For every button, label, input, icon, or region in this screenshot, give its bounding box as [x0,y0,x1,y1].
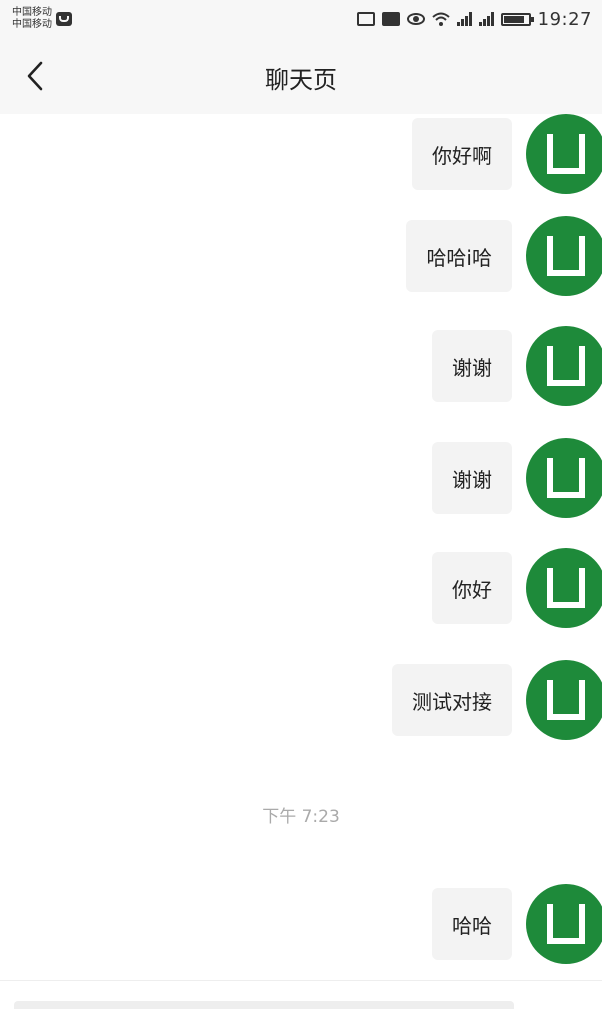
message-bubble[interactable]: 哈哈i哈 [406,220,512,292]
hd-icon [381,12,400,26]
carrier-1-label: 中国移动 [12,7,52,18]
chat-message-list[interactable]: 你好啊 哈哈i哈 谢谢 谢谢 你好 测试对接 下午 7:23 哈哈 [0,114,602,980]
message-text: 你好啊 [432,143,492,168]
chat-message: 你好 [432,548,602,628]
app-notification-icon [56,12,72,26]
message-text: 测试对接 [412,689,492,714]
status-bar: 中国移动 中国移动 19:27 [0,0,602,38]
message-text: 你好 [452,577,492,602]
chat-message: 哈哈 [432,884,602,964]
message-bubble[interactable]: 你好啊 [412,118,512,190]
message-text: 谢谢 [452,467,492,492]
message-bubble[interactable]: 测试对接 [392,664,512,736]
wifi-icon [431,12,450,26]
message-text: 谢谢 [452,355,492,380]
chat-message: 哈哈i哈 [406,216,602,296]
avatar[interactable] [526,216,602,296]
avatar-u-icon [547,568,585,608]
cast-icon [356,12,375,26]
input-bar [0,980,602,1009]
avatar-u-icon [547,680,585,720]
message-bubble[interactable]: 谢谢 [432,442,512,514]
status-icons: 19:27 [356,8,592,30]
message-bubble[interactable]: 你好 [432,552,512,624]
chat-message: 谢谢 [432,326,602,406]
avatar-u-icon [547,134,585,174]
carrier-info: 中国移动 中国移动 [12,7,72,31]
avatar-u-icon [547,236,585,276]
eye-icon [406,13,425,25]
message-bubble[interactable]: 哈哈 [432,888,512,960]
nav-bar: 聊天页 [0,38,602,114]
signal-2g-icon [478,12,494,26]
avatar-u-icon [547,458,585,498]
chat-screen: 中国移动 中国移动 19:27 聊天页 你好啊 哈哈i哈 谢谢 谢谢 你好 测试… [0,0,602,1009]
chat-message: 测试对接 [392,660,602,740]
message-text: 哈哈 [452,913,492,938]
avatar[interactable] [526,438,602,518]
carrier-stack: 中国移动 中国移动 [12,7,52,31]
page-title: 聊天页 [265,66,337,94]
status-time: 19:27 [537,8,592,30]
message-text: 哈哈i哈 [426,245,492,270]
avatar[interactable] [526,660,602,740]
chat-message: 谢谢 [432,438,602,518]
avatar[interactable] [526,548,602,628]
message-bubble[interactable]: 谢谢 [432,330,512,402]
avatar[interactable] [526,884,602,964]
chat-message: 你好啊 [412,114,602,194]
avatar-u-icon [547,346,585,386]
avatar[interactable] [526,114,602,194]
battery-icon [500,12,534,26]
signal-4g-icon [456,12,472,26]
message-input[interactable] [14,1001,514,1009]
avatar[interactable] [526,326,602,406]
message-timestamp: 下午 7:23 [262,807,340,827]
avatar-u-icon [547,904,585,944]
carrier-2-label: 中国移动 [12,19,52,30]
